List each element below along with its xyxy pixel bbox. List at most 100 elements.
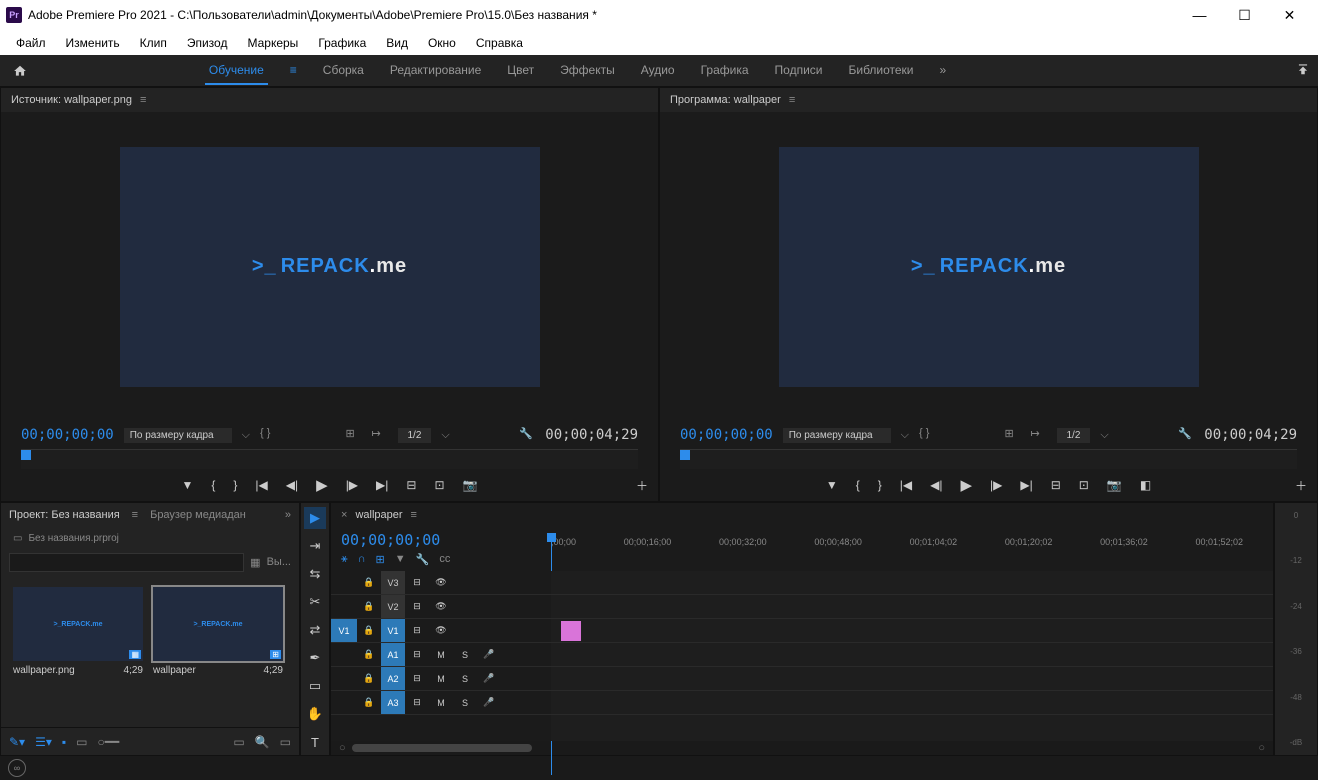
new-item-icon[interactable]: ✎▾ <box>9 735 25 749</box>
source-resolution-select[interactable]: 1/2 <box>398 428 432 443</box>
workspace-color[interactable]: Цвет <box>503 57 538 85</box>
razor-tool-icon[interactable]: ✂ <box>304 591 326 613</box>
comparison-icon[interactable]: ◧ <box>1140 478 1151 492</box>
track-v1[interactable]: V1🔒V1⊟👁 <box>331 619 551 643</box>
tab-project[interactable]: Проект: Без названия <box>9 509 120 521</box>
home-icon[interactable] <box>8 59 32 83</box>
track-select-tool-icon[interactable]: ⇥ <box>304 535 326 557</box>
marker-icon[interactable]: ▼ <box>395 553 406 566</box>
filter-icon[interactable]: ▦ <box>250 556 260 569</box>
go-to-out-icon[interactable]: ▶| <box>1020 478 1032 492</box>
source-monitor-tab[interactable]: Источник: wallpaper.png ≡ <box>1 88 658 112</box>
mark-in-icon[interactable]: { <box>856 478 860 492</box>
zoom-slider[interactable]: ○━━ <box>97 735 119 749</box>
track-a2[interactable]: 🔒A2⊟MS🎤 <box>331 667 551 691</box>
timeline-timecode[interactable]: 00;00;00;00 <box>341 531 541 549</box>
mark-in-icon[interactable]: { <box>211 478 215 492</box>
new-bin-icon[interactable]: ▭ <box>280 735 291 749</box>
overwrite-icon[interactable]: ⊡ <box>434 478 444 492</box>
hand-tool-icon[interactable]: ✋ <box>304 703 326 725</box>
go-to-in-icon[interactable]: |◀ <box>255 478 267 492</box>
source-time-ruler[interactable] <box>21 449 638 469</box>
filter-label[interactable]: Вы... <box>267 556 291 568</box>
overflow-icon[interactable]: » <box>285 509 291 521</box>
find-icon[interactable]: 🔍 <box>255 735 270 749</box>
step-forward-icon[interactable]: |▶ <box>990 478 1002 492</box>
program-timecode-current[interactable]: 00;00;00;00 <box>680 427 773 443</box>
creative-cloud-icon[interactable]: ∞ <box>8 759 26 777</box>
button-editor-icon[interactable]: ＋ <box>1295 477 1307 494</box>
workspace-learning[interactable]: Обучение <box>205 57 268 85</box>
source-timecode-current[interactable]: 00;00;00;00 <box>21 427 114 443</box>
workspace-overflow-icon[interactable]: » <box>936 57 951 85</box>
minimize-button[interactable]: — <box>1177 0 1222 30</box>
bracket-in-icon[interactable]: { } <box>260 427 276 443</box>
workspace-effects[interactable]: Эффекты <box>556 57 619 85</box>
panel-menu-icon[interactable]: ≡ <box>132 509 138 521</box>
program-resolution-select[interactable]: 1/2 <box>1057 428 1091 443</box>
safe-margins-icon[interactable]: ⊞ <box>346 427 362 443</box>
ripple-edit-tool-icon[interactable]: ⇆ <box>304 563 326 585</box>
program-time-ruler[interactable] <box>680 449 1297 469</box>
panel-menu-icon[interactable]: ≡ <box>789 94 795 106</box>
play-icon[interactable]: ▶ <box>960 476 972 494</box>
icon-view-icon[interactable]: ▪ <box>62 735 66 749</box>
caption-track-icon[interactable]: cc <box>439 553 450 566</box>
menu-graphics[interactable]: Графика <box>310 34 374 52</box>
list-view-icon[interactable]: ☰▾ <box>35 735 52 749</box>
close-button[interactable]: ✕ <box>1267 0 1312 30</box>
search-input[interactable] <box>9 553 244 572</box>
type-tool-icon[interactable]: T <box>304 731 326 753</box>
menu-view[interactable]: Вид <box>378 34 416 52</box>
wrench-icon[interactable]: 🔧 <box>519 427 535 443</box>
menu-window[interactable]: Окно <box>420 34 464 52</box>
menu-sequence[interactable]: Эпизод <box>179 34 236 52</box>
automate-icon[interactable]: ▭ <box>233 735 244 749</box>
program-playhead[interactable] <box>680 450 690 460</box>
workspace-graphics[interactable]: Графика <box>697 57 753 85</box>
program-monitor-tab[interactable]: Программа: wallpaper ≡ <box>660 88 1317 112</box>
linked-selection-icon[interactable]: ⊞ <box>376 553 385 566</box>
source-canvas[interactable]: >_REPACK.me <box>120 147 540 387</box>
workspace-audio[interactable]: Аудио <box>637 57 679 85</box>
go-to-in-icon[interactable]: |◀ <box>900 478 912 492</box>
out-bracket-icon[interactable]: ↦ <box>1031 427 1047 443</box>
step-back-icon[interactable]: ◀| <box>930 478 942 492</box>
step-forward-icon[interactable]: |▶ <box>346 478 358 492</box>
freeform-view-icon[interactable]: ▭ <box>76 735 87 749</box>
menu-file[interactable]: Файл <box>8 34 54 52</box>
export-frame-icon[interactable]: 📷 <box>463 478 478 492</box>
timeline-tracks-area[interactable] <box>551 571 1273 741</box>
lift-icon[interactable]: ⊟ <box>1051 478 1061 492</box>
zoom-handle[interactable] <box>352 744 532 752</box>
nest-icon[interactable]: ⚹ <box>341 553 348 566</box>
track-a3[interactable]: 🔒A3⊟MS🎤 <box>331 691 551 715</box>
workspace-menu-icon[interactable]: ≡ <box>286 57 301 85</box>
panel-menu-icon[interactable]: ≡ <box>411 509 417 521</box>
workspace-assembly[interactable]: Сборка <box>319 57 368 85</box>
selection-tool-icon[interactable]: ▶ <box>304 507 326 529</box>
timeline-ruler[interactable]: ;00;00 00;00;16;00 00;00;32;00 00;00;48;… <box>551 527 1273 571</box>
out-bracket-icon[interactable]: ↦ <box>372 427 388 443</box>
track-v2[interactable]: 🔒V2⊟👁 <box>331 595 551 619</box>
add-marker-icon[interactable]: ▼ <box>826 478 838 492</box>
maximize-button[interactable]: ☐ <box>1222 0 1267 30</box>
menu-edit[interactable]: Изменить <box>58 34 128 52</box>
go-to-out-icon[interactable]: ▶| <box>376 478 388 492</box>
mark-out-icon[interactable]: } <box>878 478 882 492</box>
add-marker-icon[interactable]: ▼ <box>182 478 194 492</box>
track-a1[interactable]: 🔒A1⊟MS🎤 <box>331 643 551 667</box>
track-v3[interactable]: 🔒V3⊟👁 <box>331 571 551 595</box>
project-item[interactable]: >_REPACK.me⊞ wallpaper4;29 <box>153 587 283 715</box>
settings-icon[interactable]: 🔧 <box>416 553 430 566</box>
share-icon[interactable] <box>1296 62 1310 79</box>
source-playhead[interactable] <box>21 450 31 460</box>
program-canvas[interactable]: >_REPACK.me <box>779 147 1199 387</box>
menu-help[interactable]: Справка <box>468 34 531 52</box>
close-icon[interactable]: × <box>341 509 347 521</box>
timeline-zoom-bar[interactable]: ○ ○ <box>331 741 1273 755</box>
tab-media-browser[interactable]: Браузер медиадан <box>150 509 246 521</box>
video-clip[interactable] <box>561 621 581 641</box>
panel-menu-icon[interactable]: ≡ <box>140 94 146 106</box>
snap-icon[interactable]: ∩ <box>358 553 366 566</box>
